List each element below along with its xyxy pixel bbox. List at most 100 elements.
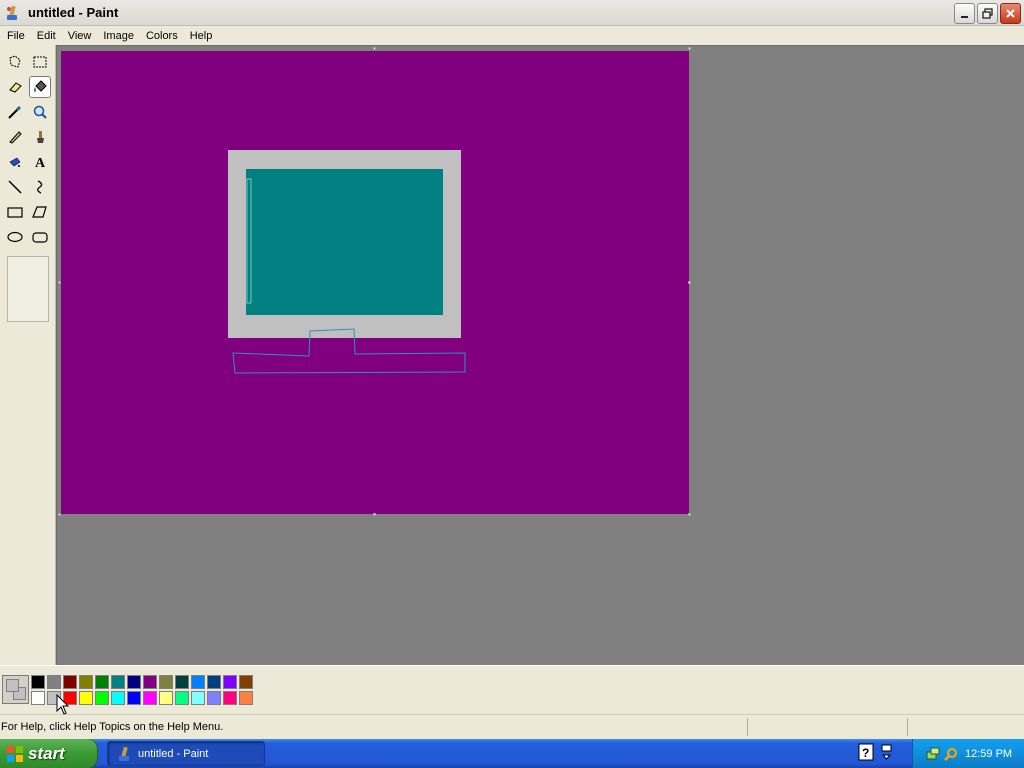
canvas-drawing [228, 150, 466, 374]
palette-color-swatch[interactable] [207, 691, 221, 705]
current-colors-indicator[interactable] [2, 675, 29, 704]
status-help-text: For Help, click Help Topics on the Help … [1, 721, 224, 733]
palette-color-swatch[interactable] [175, 675, 189, 689]
foreground-color-swatch[interactable] [6, 679, 19, 692]
palette-color-swatch[interactable] [95, 691, 109, 705]
paint-bucket-icon [34, 80, 47, 92]
palette-color-swatch[interactable] [159, 675, 173, 689]
palette-color-swatch[interactable] [143, 691, 157, 705]
paint-task-icon [119, 746, 129, 761]
resize-handle-top [373, 47, 376, 50]
polygon-icon [32, 206, 47, 218]
palette-color-swatch[interactable] [223, 691, 237, 705]
text-tool[interactable]: A [29, 151, 51, 173]
menu-image[interactable]: Image [97, 30, 140, 42]
palette-color-swatch[interactable] [127, 675, 141, 689]
minimize-icon [961, 16, 968, 18]
curve-icon [37, 180, 43, 194]
palette-color-swatch[interactable] [159, 691, 173, 705]
palette-color-swatch[interactable] [239, 675, 253, 689]
palette-color-swatch[interactable] [207, 675, 221, 689]
palette-color-swatch[interactable] [223, 675, 237, 689]
palette-color-swatch[interactable] [47, 675, 61, 689]
minimize-button[interactable] [954, 3, 975, 24]
line-icon [8, 180, 22, 194]
palette-color-swatch[interactable] [111, 675, 125, 689]
palette-color-swatch[interactable] [95, 675, 109, 689]
taskbar: start untitled - Paint ? 12:59 PM [0, 739, 1024, 768]
color-box [0, 665, 1024, 714]
close-button[interactable] [1000, 3, 1021, 24]
system-tray: 12:59 PM [912, 739, 1024, 768]
fill-with-color-tool[interactable] [29, 76, 51, 98]
select-tool[interactable] [29, 51, 51, 73]
palette-color-swatch[interactable] [175, 691, 189, 705]
mouse-cursor-icon [56, 694, 70, 715]
pencil-tool[interactable] [4, 126, 26, 148]
free-form-select-tool[interactable] [4, 51, 26, 73]
title-bar[interactable]: untitled - Paint [0, 0, 1024, 26]
palette-color-swatch[interactable] [31, 691, 45, 705]
rounded-rectangle-tool[interactable] [29, 226, 51, 248]
palette-color-swatch[interactable] [191, 691, 205, 705]
status-bar: For Help, click Help Topics on the Help … [0, 714, 1024, 739]
resize-handle-bottom-right[interactable] [688, 513, 691, 516]
airbrush-tool[interactable] [4, 151, 26, 173]
menu-edit[interactable]: Edit [31, 30, 62, 42]
tool-options-panel[interactable] [7, 256, 49, 322]
network-icon[interactable] [925, 746, 941, 762]
resize-handle-right[interactable] [688, 281, 691, 284]
magnifier-icon [33, 105, 47, 119]
pencil-icon [9, 131, 22, 144]
resize-handle-bottom-left [58, 513, 61, 516]
svg-text:A: A [35, 156, 46, 170]
menu-view[interactable]: View [62, 30, 98, 42]
polygon-tool[interactable] [29, 201, 51, 223]
start-label: start [28, 743, 65, 763]
rectangle-tool[interactable] [4, 201, 26, 223]
line-tool[interactable] [4, 176, 26, 198]
palette-color-swatch[interactable] [111, 691, 125, 705]
resize-handle-bottom[interactable] [373, 513, 376, 516]
curve-tool[interactable] [29, 176, 51, 198]
palette-color-swatch[interactable] [79, 675, 93, 689]
magnifier-tool[interactable] [29, 101, 51, 123]
taskbar-paint-button[interactable]: untitled - Paint [107, 741, 265, 766]
eraser-icon [9, 82, 22, 93]
menu-help[interactable]: Help [184, 30, 219, 42]
menu-bar: File Edit View Image Colors Help [0, 26, 1024, 45]
palette-color-swatch[interactable] [191, 675, 205, 689]
palette-color-swatch[interactable] [127, 691, 141, 705]
rectangle-select-icon [33, 56, 47, 68]
resize-handle-left [58, 281, 61, 284]
paint-app-icon[interactable] [4, 5, 20, 21]
help-icon[interactable]: ? [858, 743, 874, 761]
pick-color-tool[interactable] [4, 101, 26, 123]
palette-color-swatch[interactable] [143, 675, 157, 689]
restore-button[interactable] [977, 3, 998, 24]
start-button[interactable]: start [0, 739, 98, 768]
menu-file[interactable]: File [1, 30, 31, 42]
free-form-select-icon [9, 55, 21, 68]
windows-logo-icon [7, 745, 23, 762]
status-coordinates-panel [747, 718, 907, 736]
search-icon[interactable] [943, 746, 959, 762]
window-switch-icon[interactable] [880, 743, 894, 761]
ellipse-tool[interactable] [4, 226, 26, 248]
eraser-tool[interactable] [4, 76, 26, 98]
window-title: untitled - Paint [28, 5, 119, 20]
taskbar-paint-label: untitled - Paint [138, 747, 209, 760]
drawing-canvas[interactable] [61, 51, 689, 514]
palette-color-swatch[interactable] [31, 675, 45, 689]
restore-icon [982, 8, 993, 19]
airbrush-icon [9, 157, 21, 167]
monitor-screen-shape [246, 169, 443, 315]
close-icon [1006, 9, 1015, 18]
palette-color-swatch[interactable] [79, 691, 93, 705]
palette-color-swatch[interactable] [63, 675, 77, 689]
status-size-panel [907, 718, 1024, 736]
brush-tool[interactable] [29, 126, 51, 148]
palette-color-swatch[interactable] [239, 691, 253, 705]
tool-box: A [0, 45, 56, 665]
menu-colors[interactable]: Colors [140, 30, 184, 42]
